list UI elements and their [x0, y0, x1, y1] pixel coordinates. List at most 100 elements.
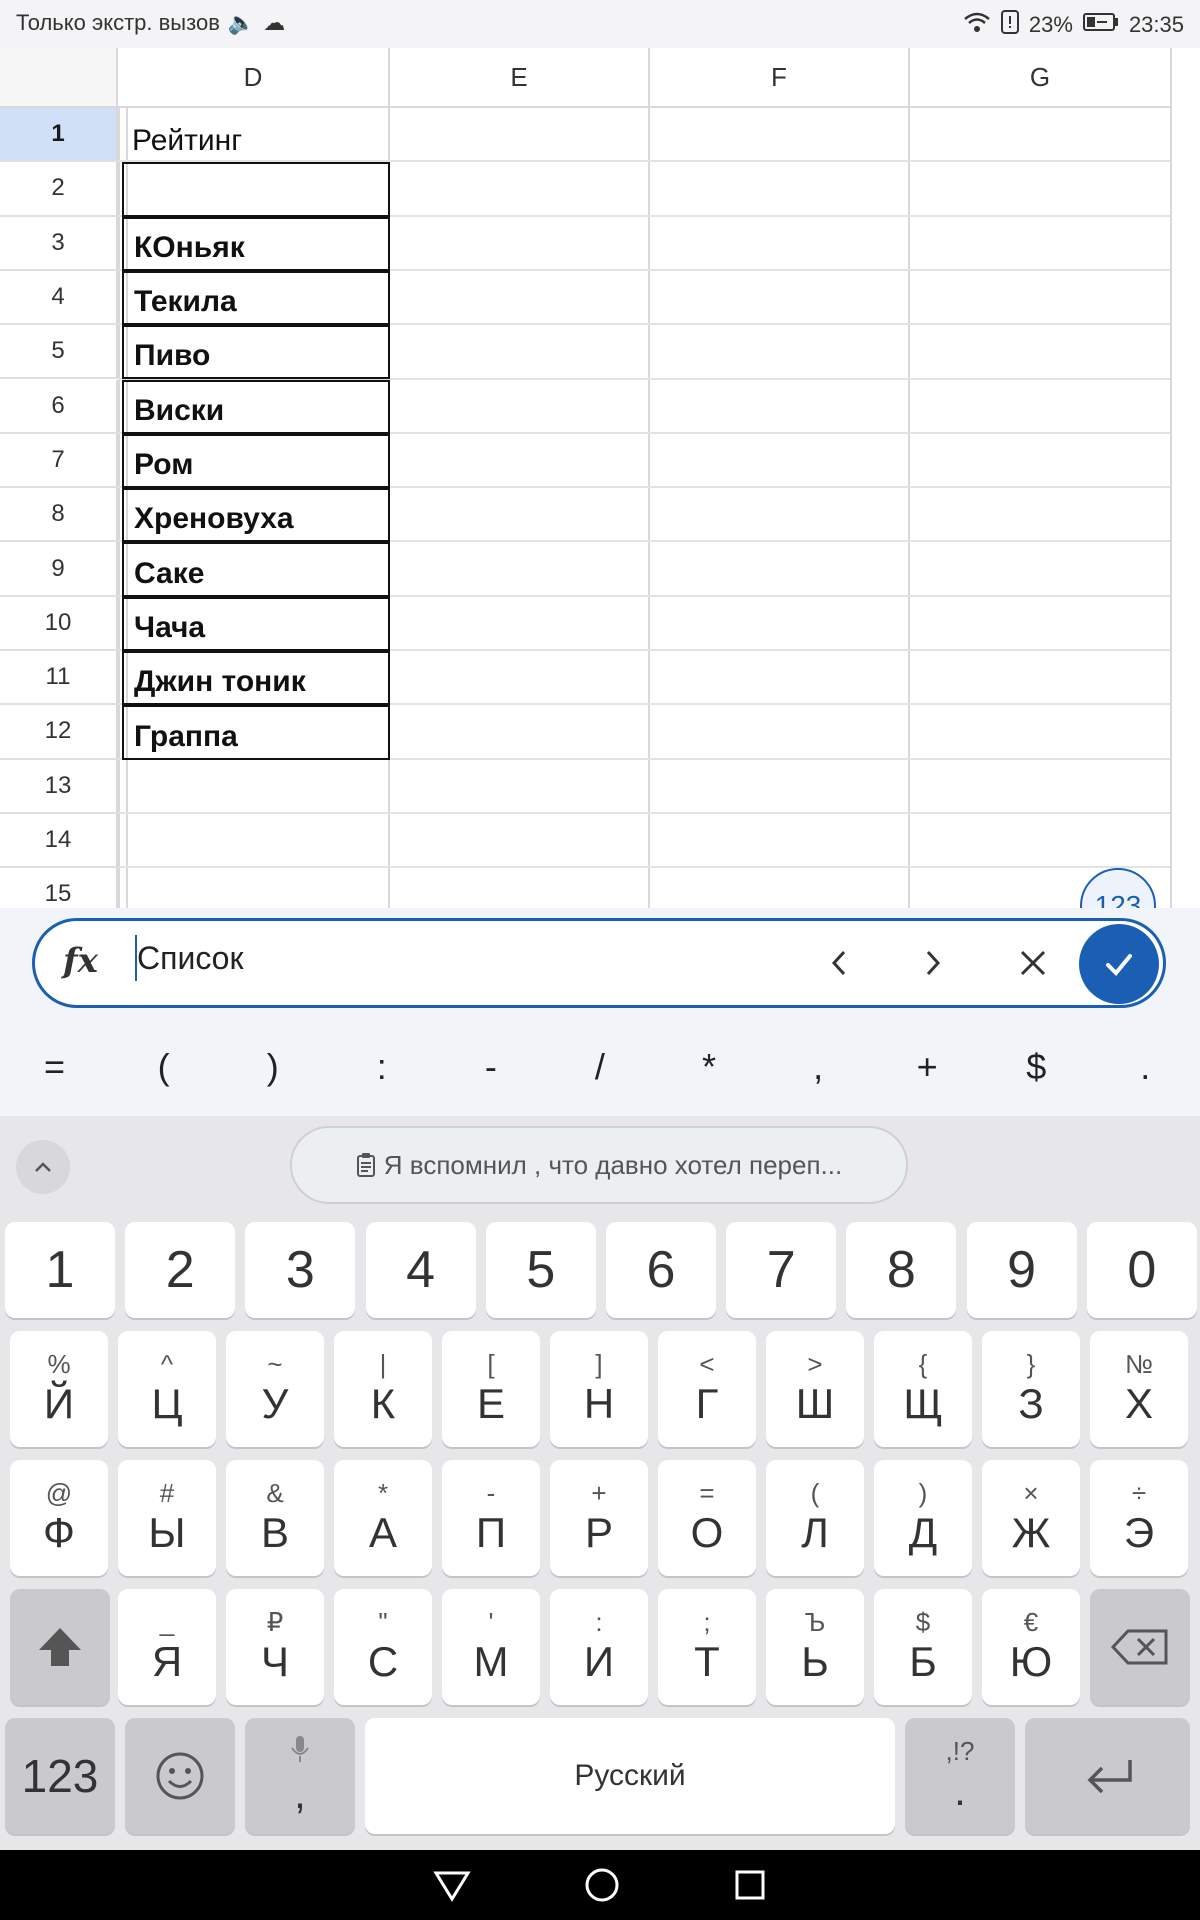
cell-d3[interactable]: КОньяк [122, 216, 390, 271]
collapse-keyboard-button[interactable] [16, 1140, 70, 1194]
key-letter[interactable]: № Х [1090, 1331, 1188, 1447]
number-format-button[interactable]: 123 [1080, 868, 1156, 908]
symbol-key[interactable]: : [342, 1046, 422, 1088]
comma-key[interactable]: , [245, 1718, 355, 1834]
enter-key[interactable] [1025, 1718, 1190, 1834]
symbol-key[interactable]: , [778, 1046, 858, 1088]
cell-d8[interactable]: Хреновуха [122, 488, 390, 543]
row-header-10[interactable]: 10 [0, 596, 118, 651]
backspace-key[interactable] [1090, 1589, 1190, 1705]
symbol-key[interactable]: * [669, 1046, 749, 1088]
row-header-9[interactable]: 9 [0, 542, 118, 597]
key-letter[interactable]: = О [658, 1460, 756, 1576]
cell-d9[interactable]: Саке [122, 542, 390, 597]
row-header-8[interactable]: 8 [0, 488, 118, 543]
emoji-key[interactable] [125, 1718, 235, 1834]
row-header-2[interactable]: 2 [0, 162, 118, 217]
column-header-g[interactable]: G [910, 48, 1172, 108]
symbol-key[interactable]: ( [124, 1046, 204, 1088]
formula-bar[interactable]: fx Список [32, 918, 1166, 1008]
key-letter[interactable]: ÷ Э [1090, 1460, 1188, 1576]
confirm-button[interactable] [1079, 924, 1159, 1004]
numbers-toggle-key[interactable]: 123 [5, 1718, 115, 1834]
symbol-key[interactable]: . [1105, 1046, 1185, 1088]
key-letter[interactable]: ) Д [874, 1460, 972, 1576]
next-icon[interactable] [905, 935, 961, 991]
row-header-14[interactable]: 14 [0, 813, 118, 869]
row-header-7[interactable]: 7 [0, 433, 118, 489]
key-7[interactable]: 7 [726, 1222, 837, 1318]
key-letter[interactable]: < Г [658, 1331, 756, 1447]
key-letter[interactable]: * А [334, 1460, 432, 1576]
symbol-key[interactable]: $ [996, 1046, 1076, 1088]
key-letter[interactable]: ; Т [658, 1589, 756, 1705]
key-letter[interactable]: ' М [442, 1589, 540, 1705]
key-letter[interactable]: ~ У [226, 1331, 324, 1447]
cell-d11[interactable]: Джин тоник [122, 651, 390, 706]
row-header-15[interactable]: 15 [0, 868, 118, 908]
column-header-f[interactable]: F [650, 48, 910, 108]
row-header-6[interactable]: 6 [0, 379, 118, 434]
key-3[interactable]: 3 [245, 1222, 356, 1318]
space-key[interactable]: Русский [365, 1718, 895, 1834]
key-letter[interactable]: [Е [442, 1331, 540, 1447]
key-letter[interactable]: × Ж [982, 1460, 1080, 1576]
row-header-13[interactable]: 13 [0, 759, 118, 814]
key-letter[interactable]: } З [982, 1331, 1080, 1447]
back-icon[interactable] [432, 1867, 472, 1903]
key-8[interactable]: 8 [846, 1222, 957, 1318]
home-icon[interactable] [582, 1865, 622, 1905]
key-9[interactable]: 9 [966, 1222, 1077, 1318]
key-letter[interactable]: + Р [550, 1460, 648, 1576]
key-letter[interactable]: # Ы [118, 1460, 216, 1576]
key-letter[interactable]: -П [442, 1460, 540, 1576]
key-letter[interactable]: | К [334, 1331, 432, 1447]
column-header-e[interactable]: E [390, 48, 650, 108]
key-letter[interactable]: ] Н [550, 1331, 648, 1447]
shift-key[interactable] [10, 1589, 110, 1705]
row-header-11[interactable]: 11 [0, 651, 118, 706]
key-letter[interactable]: ₽ Ч [226, 1589, 324, 1705]
key-letter[interactable]: % Й [10, 1331, 108, 1447]
key-letter[interactable]: @ Ф [10, 1460, 108, 1576]
cell-d6[interactable]: Виски [122, 379, 390, 434]
key-letter[interactable]: > Ш [766, 1331, 864, 1447]
cell-d10[interactable]: Чача [122, 596, 390, 651]
key-6[interactable]: 6 [606, 1222, 716, 1318]
cell-d7[interactable]: Ром [122, 433, 390, 489]
key-letter[interactable]: $ Б [874, 1589, 972, 1705]
key-letter[interactable]: {Щ [874, 1331, 972, 1447]
row-header-4[interactable]: 4 [0, 270, 118, 326]
cell-d1[interactable]: Рейтинг [122, 108, 390, 162]
key-0[interactable]: 0 [1086, 1222, 1197, 1318]
row-header-3[interactable]: 3 [0, 216, 118, 271]
row-header-12[interactable]: 12 [0, 705, 118, 760]
clear-icon[interactable] [1005, 935, 1061, 991]
cell-d5[interactable]: Пиво [122, 325, 390, 380]
key-5[interactable]: 5 [485, 1222, 596, 1318]
row-header-1[interactable]: 1 [0, 108, 118, 163]
cell-d4[interactable]: Текила [122, 270, 390, 326]
symbol-key[interactable]: = [15, 1046, 95, 1088]
key-letter[interactable]: :И [550, 1589, 648, 1705]
key-letter[interactable]: _ Я [118, 1589, 216, 1705]
key-4[interactable]: 4 [365, 1222, 476, 1318]
key-2[interactable]: 2 [125, 1222, 236, 1318]
period-key[interactable]: ,!?. [905, 1718, 1015, 1834]
spreadsheet-grid[interactable]: D E F G 1 Рейтинг 2 3 КОньяк 4 Текила 5 Пиво 6 Вис… [0, 48, 1200, 908]
key-letter[interactable]: ^ Ц [118, 1331, 216, 1447]
clipboard-suggestion[interactable]: Я вспомнил , что давно хотел переп... [290, 1126, 908, 1204]
formula-input[interactable]: Список [135, 935, 243, 981]
key-1[interactable]: 1 [5, 1222, 115, 1318]
key-letter[interactable]: & В [226, 1460, 324, 1576]
key-letter[interactable]: ЪЬ [766, 1589, 864, 1705]
key-letter[interactable]: € Ю [982, 1589, 1080, 1705]
prev-icon[interactable] [811, 935, 867, 991]
key-letter[interactable]: " С [334, 1589, 432, 1705]
key-letter[interactable]: (Л [766, 1460, 864, 1576]
row-header-5[interactable]: 5 [0, 325, 118, 380]
select-all-corner[interactable] [0, 48, 118, 108]
cell-d12[interactable]: Граппа [122, 705, 390, 760]
symbol-key[interactable]: / [560, 1046, 640, 1088]
column-header-d[interactable]: D [118, 48, 390, 108]
